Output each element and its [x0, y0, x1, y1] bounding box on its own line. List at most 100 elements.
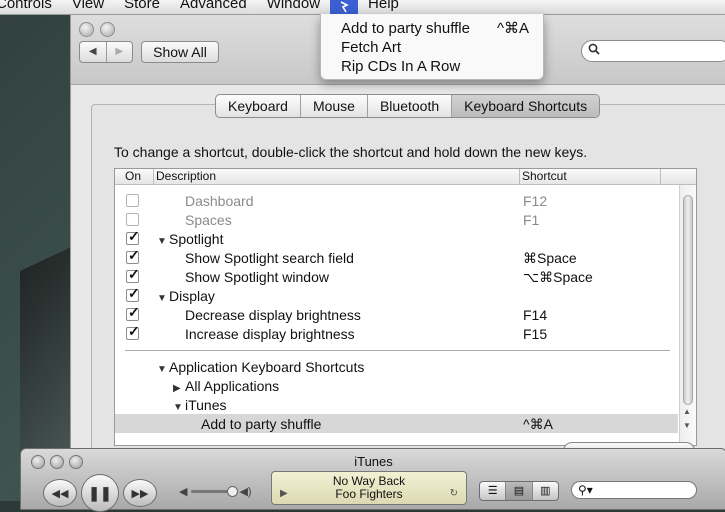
- row-shortcut[interactable]: ⌘Space: [523, 249, 577, 267]
- row-description: Add to party shuffle: [201, 416, 322, 432]
- table-row[interactable]: Show Spotlight search field ⌘Space: [115, 247, 678, 267]
- table-row[interactable]: ▼Display: [115, 285, 678, 305]
- row-shortcut[interactable]: F14: [523, 306, 547, 324]
- rewind-icon: ◀◀: [51, 487, 69, 500]
- preferences-window: ◀ ▶ Show All Keyboard Mouse Bluetooth Ke…: [70, 14, 725, 462]
- menu-controls[interactable]: Controls: [0, 0, 62, 11]
- artist-name: Foo Fighters: [335, 487, 403, 501]
- row-description: Show Spotlight search field: [185, 250, 354, 266]
- checkbox[interactable]: [126, 213, 139, 226]
- row-description: Show Spotlight window: [185, 269, 329, 285]
- play-indicator-icon[interactable]: ▶: [280, 487, 288, 500]
- checkbox[interactable]: [126, 266, 140, 283]
- script-icon: [340, 1, 349, 13]
- menu-item-fetch-art[interactable]: Fetch Art: [321, 38, 543, 57]
- itunes-search-input[interactable]: ⚲▾: [571, 481, 697, 499]
- scroll-down-arrow-icon[interactable]: ▼: [683, 421, 691, 430]
- prefs-search-input[interactable]: [581, 40, 725, 62]
- row-description: Spaces: [185, 212, 232, 228]
- menu-item-label: Fetch Art: [341, 39, 402, 56]
- menu-window[interactable]: Window: [257, 0, 330, 11]
- window-controls: [79, 22, 115, 37]
- menu-item-add-to-party-shuffle[interactable]: Add to party shuffle ^⌘A: [321, 19, 543, 38]
- tab-bar: Keyboard Mouse Bluetooth Keyboard Shortc…: [215, 94, 601, 118]
- row-shortcut[interactable]: F1: [523, 211, 539, 229]
- volume-slider[interactable]: [191, 486, 239, 497]
- row-shortcut[interactable]: F12: [523, 192, 547, 210]
- back-button[interactable]: ◀: [80, 42, 106, 62]
- instructions-text: To change a shortcut, double-click the s…: [114, 144, 588, 160]
- checkbox[interactable]: [126, 323, 140, 340]
- menu-item-label: Add to party shuffle: [341, 20, 470, 37]
- volume-knob[interactable]: [227, 486, 239, 497]
- forward-button[interactable]: ▶: [105, 42, 133, 62]
- column-header-description[interactable]: Description: [153, 169, 216, 184]
- nav-buttons: ◀ ▶: [79, 41, 133, 63]
- table-row[interactable]: ▼ Application Keyboard Shortcuts: [115, 357, 678, 376]
- all-applications-label: All Applications: [185, 378, 280, 394]
- album-list-view-icon[interactable]: ▤: [506, 482, 533, 500]
- column-header-shortcut[interactable]: Shortcut: [519, 169, 567, 184]
- row-shortcut[interactable]: F15: [523, 325, 547, 343]
- table-row[interactable]: Dashboard F12: [115, 191, 678, 210]
- tab-keyboard-shortcuts[interactable]: Keyboard Shortcuts: [452, 95, 600, 117]
- now-playing-display: ▶ No Way Back Foo Fighters ↻: [271, 471, 467, 505]
- menu-store[interactable]: Store: [114, 0, 170, 11]
- vertical-scrollbar[interactable]: ▲ ▼: [679, 185, 696, 445]
- search-icon: ⚲▾: [578, 483, 593, 497]
- column-header-on[interactable]: On: [125, 169, 141, 184]
- table-row[interactable]: ▶ All Applications: [115, 376, 678, 395]
- view-switcher: ☰ ▤ ▥: [479, 481, 559, 501]
- script-dropdown-menu: Add to party shuffle ^⌘A Fetch Art Rip C…: [320, 14, 544, 80]
- fast-forward-icon: ▶▶: [131, 487, 149, 500]
- volume-control: ◀ ◀): [179, 485, 252, 498]
- row-group-label: Display: [169, 288, 215, 304]
- menu-bar: Controls View Store Advanced Window Help: [0, 0, 725, 15]
- cover-flow-view-icon[interactable]: ▥: [533, 482, 558, 500]
- volume-high-icon: ◀): [239, 486, 252, 498]
- close-button[interactable]: [79, 22, 94, 37]
- tab-mouse[interactable]: Mouse: [301, 95, 368, 117]
- row-shortcut[interactable]: ⌥⌘Space: [523, 268, 593, 286]
- volume-low-icon: ◀: [179, 486, 188, 498]
- pause-icon: ❚❚: [88, 484, 112, 501]
- menu-advanced[interactable]: Advanced: [170, 0, 257, 11]
- table-row[interactable]: Increase display brightness F15: [115, 323, 678, 343]
- list-view-icon[interactable]: ☰: [480, 482, 507, 500]
- table-row[interactable]: ▼ iTunes: [115, 395, 678, 414]
- scrollbar-thumb[interactable]: [683, 195, 693, 405]
- checkbox[interactable]: [126, 285, 140, 302]
- scroll-up-arrow-icon[interactable]: ▲: [683, 407, 691, 416]
- show-all-button[interactable]: Show All: [141, 41, 219, 63]
- shortcuts-table: On Description Shortcut Dashboard F12 Sp…: [114, 168, 697, 446]
- menu-view[interactable]: View: [62, 0, 114, 11]
- table-row[interactable]: ▼Spotlight: [115, 228, 678, 248]
- checkbox[interactable]: [126, 194, 139, 207]
- row-description: Decrease display brightness: [185, 307, 361, 323]
- checkbox[interactable]: [126, 247, 140, 264]
- table-row[interactable]: Spaces F1: [115, 210, 678, 229]
- search-icon: [588, 43, 600, 58]
- checkbox[interactable]: [126, 228, 140, 245]
- play-pause-button[interactable]: ❚❚: [81, 474, 119, 512]
- table-row[interactable]: Show Spotlight window ⌥⌘Space: [115, 266, 678, 286]
- table-row[interactable]: Decrease display brightness F14: [115, 304, 678, 324]
- script-menu-icon[interactable]: [330, 0, 359, 14]
- section-divider: [125, 350, 670, 351]
- row-shortcut[interactable]: ^⌘A: [523, 415, 553, 433]
- menu-item-label: Rip CDs In A Row: [341, 58, 461, 75]
- table-header: On Description Shortcut: [115, 169, 696, 185]
- minimize-button[interactable]: [100, 22, 115, 37]
- checkbox[interactable]: [126, 304, 140, 321]
- row-group-label: Spotlight: [169, 231, 224, 247]
- menu-help[interactable]: Help: [358, 0, 409, 11]
- menu-item-rip-cds[interactable]: Rip CDs In A Row: [321, 57, 543, 76]
- tab-keyboard[interactable]: Keyboard: [216, 95, 301, 117]
- next-track-button[interactable]: ▶▶: [123, 479, 157, 507]
- menu-item-shortcut: ^⌘A: [496, 20, 529, 37]
- table-row-selected[interactable]: Add to party shuffle ^⌘A: [115, 414, 678, 433]
- previous-track-button[interactable]: ◀◀: [43, 479, 77, 507]
- refresh-icon[interactable]: ↻: [450, 487, 458, 500]
- tab-bluetooth[interactable]: Bluetooth: [368, 95, 453, 117]
- row-description: Increase display brightness: [185, 326, 355, 342]
